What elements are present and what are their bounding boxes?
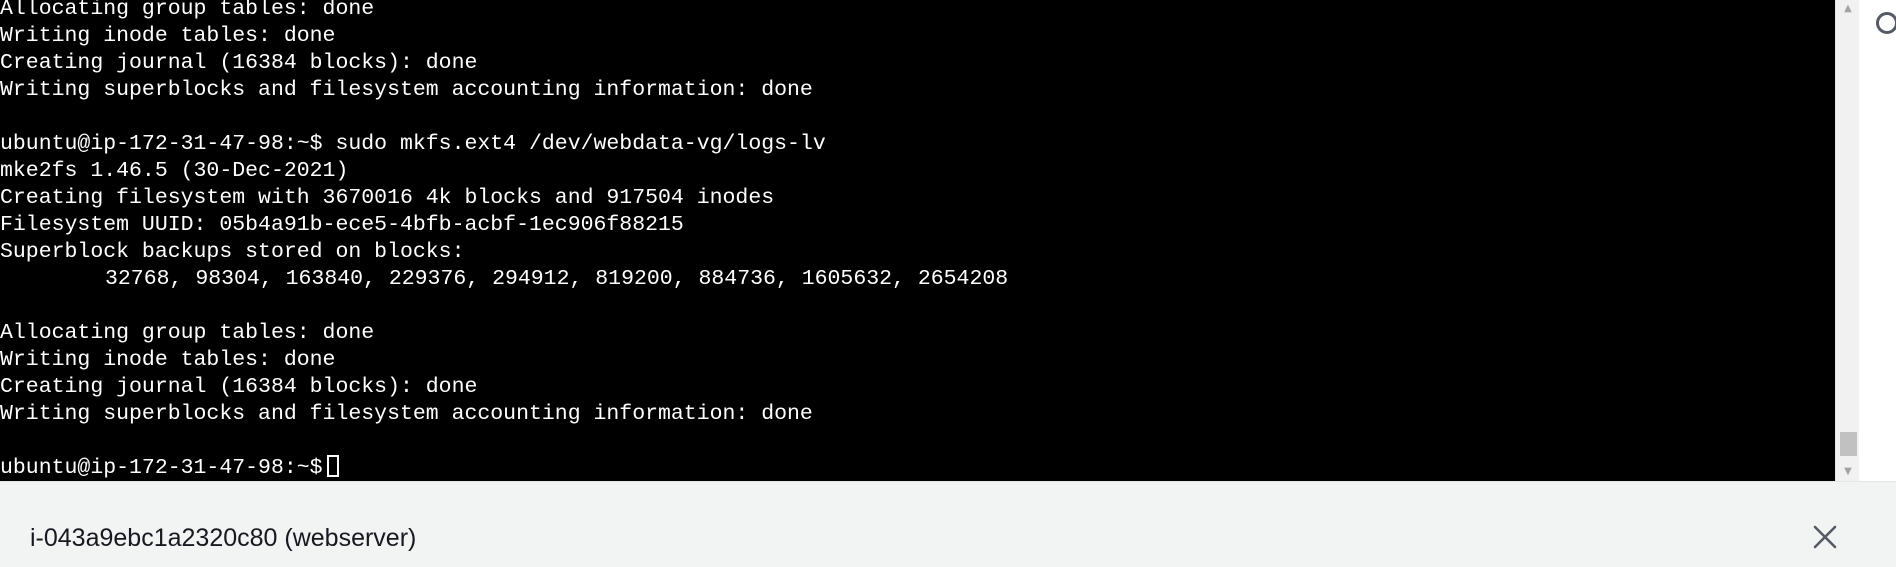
terminal-line: Allocating group tables: done [0, 0, 375, 21]
scrollbar-thumb[interactable] [1840, 432, 1857, 456]
session-footer: i-043a9ebc1a2320c80 (webserver) [0, 481, 1896, 567]
terminal-line: Writing inode tables: done [0, 24, 336, 48]
circle-icon[interactable] [1876, 12, 1896, 34]
terminal-line: Writing superblocks and filesystem accou… [0, 78, 813, 102]
triangle-up-icon[interactable]: ▲ [1836, 0, 1860, 18]
triangle-down-icon[interactable]: ▼ [1836, 463, 1860, 481]
terminal-window[interactable]: Allocating group tables: done Writing in… [0, 0, 1835, 481]
terminal-output: Allocating group tables: done Writing in… [0, 0, 1008, 481]
terminal-line: 32768, 98304, 163840, 229376, 294912, 81… [105, 267, 1009, 291]
close-icon[interactable] [1810, 522, 1840, 552]
terminal-line: Superblock backups stored on blocks: [0, 240, 465, 264]
session-manager-page: Allocating group tables: done Writing in… [0, 0, 1896, 567]
terminal-line: mke2fs 1.46.5 (30-Dec-2021) [0, 159, 349, 183]
terminal-scrollbar[interactable]: ▲ ▼ [1835, 0, 1859, 481]
terminal-line: Creating journal (16384 blocks): done [0, 375, 478, 399]
terminal-line: Filesystem UUID: 05b4a91b-ece5-4bfb-acbf… [0, 213, 684, 237]
terminal-command-line: ubuntu@ip-172-31-47-98:~$ sudo mkfs.ext4… [0, 132, 826, 156]
terminal-line: Creating journal (16384 blocks): done [0, 51, 478, 75]
terminal-prompt-line[interactable]: ubuntu@ip-172-31-47-98:~$ [0, 455, 1008, 481]
terminal-line: Writing inode tables: done [0, 348, 336, 372]
terminal-cursor [326, 455, 339, 477]
right-edge-strip [1859, 0, 1896, 481]
instance-title: i-043a9ebc1a2320c80 (webserver) [30, 524, 417, 552]
terminal-prompt: ubuntu@ip-172-31-47-98:~$ [0, 456, 323, 480]
terminal-line: Writing superblocks and filesystem accou… [0, 402, 813, 426]
terminal-line: Creating filesystem with 3670016 4k bloc… [0, 186, 775, 210]
terminal-line: Allocating group tables: done [0, 321, 375, 345]
